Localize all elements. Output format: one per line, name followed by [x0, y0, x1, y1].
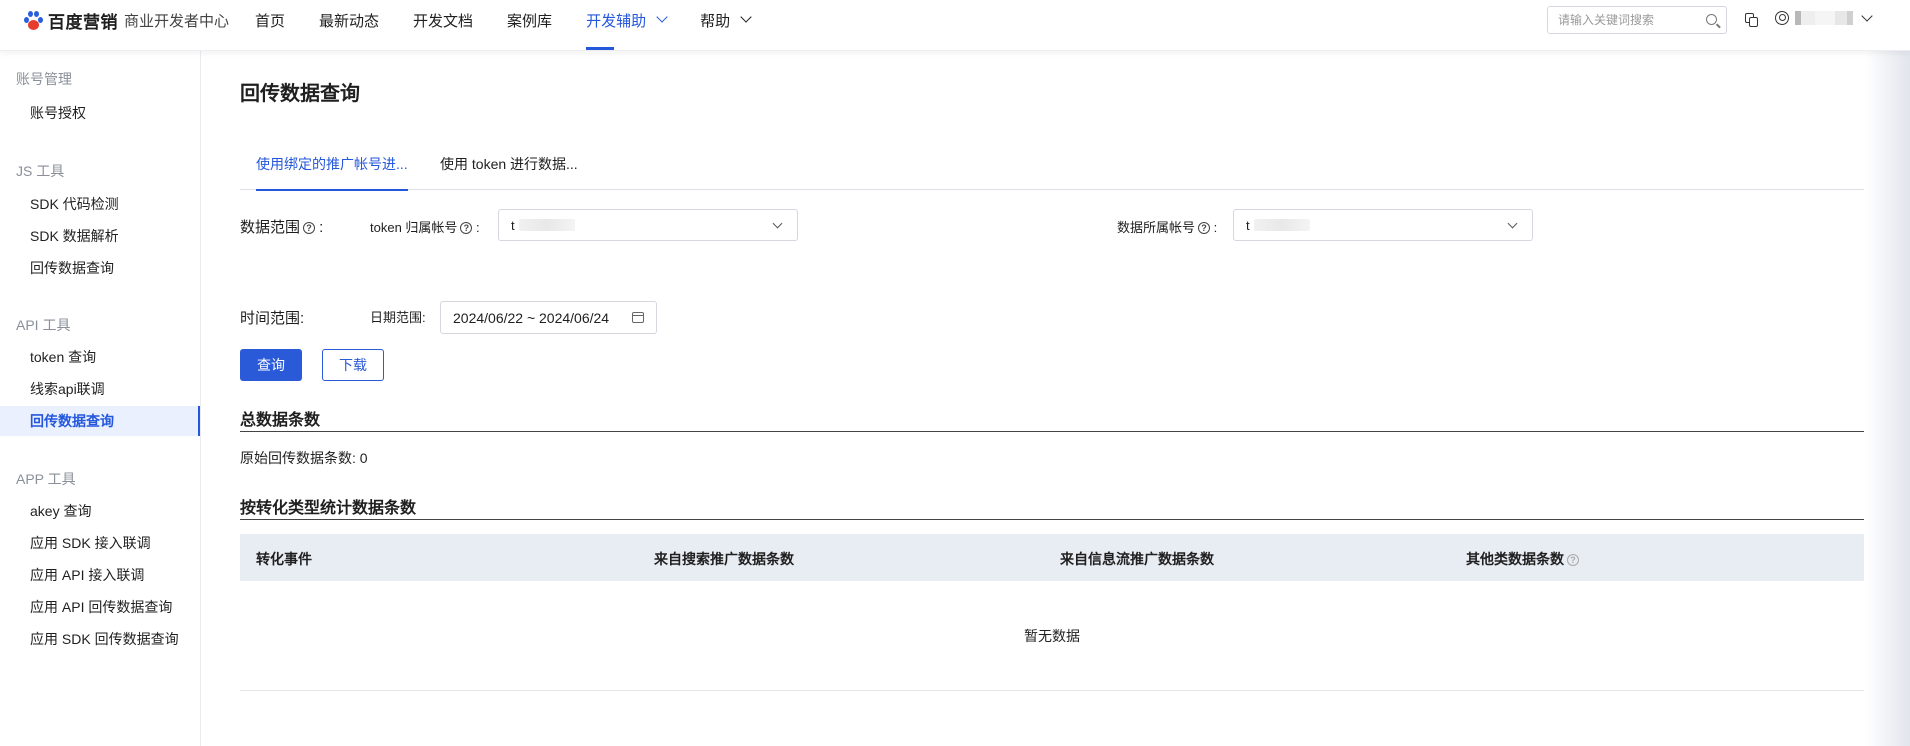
chevron-down-icon	[656, 11, 668, 23]
empty-state-text: 暂无数据	[1024, 628, 1080, 644]
search-input[interactable]	[1558, 13, 1698, 27]
sidebar-item-account-auth[interactable]: 账号授权	[0, 98, 200, 128]
sidebar-item-akey-query[interactable]: akey 查询	[0, 496, 200, 526]
nav-label: 案例库	[507, 13, 553, 30]
download-button[interactable]: 下载	[322, 349, 384, 381]
calendar-icon	[632, 312, 644, 323]
sidebar-group-title: 账号管理	[16, 71, 72, 87]
sidebar: 账号管理 账号授权 JS 工具 SDK 代码检测 SDK 数据解析 回传数据查询…	[0, 51, 201, 746]
token-account-label-text: token 归属帐号	[370, 220, 458, 235]
column-header: 来自信息流推广数据条数	[1060, 551, 1214, 567]
colon: :	[315, 219, 324, 236]
sidebar-item-app-sdk-debug[interactable]: 应用 SDK 接入联调	[0, 528, 200, 558]
total-count-title: 总数据条数	[240, 412, 321, 429]
nav-label: 开发文档	[413, 13, 474, 30]
user-menu[interactable]	[1775, 10, 1873, 25]
raw-count-row: 原始回传数据条数: 0	[240, 448, 368, 468]
sidebar-item-js-callback-query[interactable]: 回传数据查询	[0, 253, 200, 283]
nav-item-dev-assist[interactable]: 开发辅助	[586, 0, 668, 51]
date-range-label: 日期范围:	[370, 310, 426, 325]
data-range-text: 数据范围	[240, 219, 301, 236]
token-account-label: token 归属帐号? :	[370, 217, 480, 236]
top-navigation-bar: 百度营销 商业开发者中心 首页 最新动态 开发文档 案例库 开发辅助 帮助	[0, 0, 1910, 51]
username-redacted	[1795, 11, 1853, 25]
user-icon	[1775, 11, 1789, 25]
help-icon[interactable]: ?	[460, 222, 473, 234]
token-account-select[interactable]: t	[498, 209, 798, 241]
chevron-down-icon	[772, 218, 783, 229]
sidebar-item-sdk-code-check[interactable]: SDK 代码检测	[0, 189, 200, 219]
brand-subtitle: 商业开发者中心	[124, 12, 230, 30]
data-account-label-text: 数据所属帐号	[1117, 220, 1196, 235]
redacted-value	[1253, 219, 1310, 231]
table-body: 暂无数据	[240, 581, 1864, 691]
table-header: 转化事件 来自搜索推广数据条数 来自信息流推广数据条数 其他类数据条数?	[240, 534, 1864, 581]
search-icon[interactable]	[1706, 14, 1717, 25]
redacted-value	[518, 219, 575, 231]
colon: :	[472, 220, 480, 235]
section-divider	[240, 431, 1864, 432]
main-nav: 首页 最新动态 开发文档 案例库 开发辅助 帮助	[255, 0, 784, 51]
column-header: 来自搜索推广数据条数	[654, 551, 794, 567]
data-range-label: 数据范围? :	[240, 216, 323, 237]
data-account-label: 数据所属帐号? :	[1117, 217, 1217, 236]
help-icon[interactable]: ?	[303, 222, 316, 234]
page-title: 回传数据查询	[240, 83, 360, 105]
sidebar-group-title: API 工具	[16, 317, 71, 333]
by-type-title: 按转化类型统计数据条数	[240, 500, 417, 517]
logo[interactable]: 百度营销 商业开发者中心	[22, 8, 229, 32]
query-button[interactable]: 查询	[240, 349, 302, 381]
baidu-paw-icon	[22, 9, 44, 31]
help-icon[interactable]: ?	[1198, 222, 1211, 234]
nav-item-news[interactable]: 最新动态	[319, 0, 379, 51]
nav-item-home[interactable]: 首页	[255, 0, 285, 51]
time-range-label: 时间范围:	[240, 310, 305, 327]
date-range-picker[interactable]: 2024/06/22 ~ 2024/06/24	[440, 301, 657, 334]
sidebar-item-api-callback-query[interactable]: 回传数据查询	[0, 406, 200, 436]
sidebar-item-sdk-data-parse[interactable]: SDK 数据解析	[0, 221, 200, 251]
search-box	[1547, 6, 1727, 34]
help-icon[interactable]: ?	[1567, 554, 1579, 566]
column-header-text: 其他类数据条数	[1466, 551, 1564, 567]
selected-value: t	[1246, 217, 1250, 233]
data-account-select[interactable]: t	[1233, 209, 1533, 241]
chevron-down-icon	[1861, 10, 1873, 22]
right-edge-shadow	[1865, 0, 1910, 746]
date-range-value: 2024/06/22 ~ 2024/06/24	[453, 309, 610, 326]
sidebar-item-token-query[interactable]: token 查询	[0, 342, 200, 372]
sidebar-item-app-sdk-callback-query[interactable]: 应用 SDK 回传数据查询	[0, 624, 200, 654]
copy-icon[interactable]	[1745, 13, 1759, 27]
chevron-down-icon	[740, 11, 752, 23]
section-divider	[240, 519, 1864, 520]
colon: :	[1210, 220, 1218, 235]
sidebar-item-app-api-callback-query[interactable]: 应用 API 回传数据查询	[0, 592, 200, 622]
tab-bar: 使用绑定的推广帐号进... 使用 token 进行数据...	[240, 154, 1864, 191]
raw-count-label: 原始回传数据条数:	[240, 450, 356, 466]
nav-label: 开发辅助	[586, 13, 647, 30]
nav-item-help[interactable]: 帮助	[700, 0, 752, 51]
chevron-down-icon	[1507, 218, 1518, 229]
sidebar-group-title: JS 工具	[16, 163, 65, 179]
column-header: 转化事件	[256, 551, 312, 567]
nav-label: 首页	[255, 13, 286, 30]
nav-label: 最新动态	[319, 13, 380, 30]
brand-name: 百度营销	[48, 12, 118, 32]
tab-token[interactable]: 使用 token 进行数据...	[440, 154, 578, 190]
nav-item-cases[interactable]: 案例库	[507, 0, 552, 51]
sidebar-item-lead-api-debug[interactable]: 线索api联调	[0, 374, 200, 404]
selected-value: t	[511, 217, 515, 233]
tab-bound-account[interactable]: 使用绑定的推广帐号进...	[256, 154, 408, 191]
conversion-stats-table: 转化事件 来自搜索推广数据条数 来自信息流推广数据条数 其他类数据条数? 暂无数…	[240, 534, 1864, 691]
raw-count-value: 0	[359, 450, 368, 466]
nav-item-docs[interactable]: 开发文档	[413, 0, 473, 51]
sidebar-group-title: APP 工具	[16, 471, 76, 487]
sidebar-item-app-api-debug[interactable]: 应用 API 接入联调	[0, 560, 200, 590]
column-header-other: 其他类数据条数?	[1466, 549, 1579, 569]
nav-label: 帮助	[700, 13, 731, 30]
